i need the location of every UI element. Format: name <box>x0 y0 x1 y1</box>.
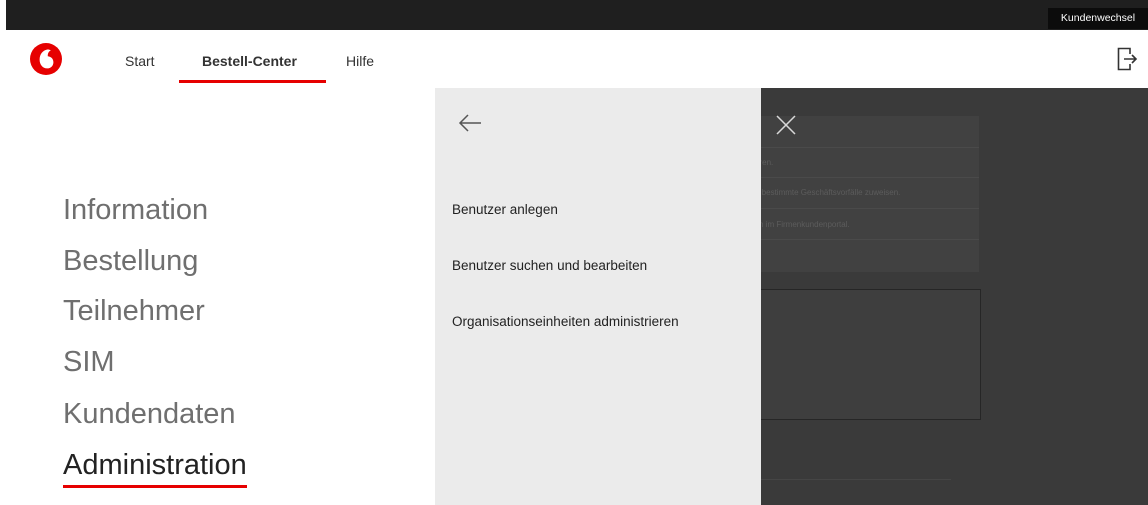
background-text: d bestimmte Geschäftsvorfälle zuweisen. <box>761 188 901 197</box>
background-divider <box>761 177 979 178</box>
dimmed-page-overlay: hren. d bestimmte Geschäftsvorfälle zuwe… <box>761 88 1148 505</box>
arrow-left-icon[interactable] <box>457 112 483 134</box>
nav-active-underline <box>179 80 326 83</box>
nav-start[interactable]: Start <box>125 30 155 88</box>
background-box <box>761 289 981 420</box>
menu-item-bestellung[interactable]: Bestellung <box>63 243 198 279</box>
main-navbar: Start Bestell-Center Hilfe <box>6 30 1148 88</box>
vodafone-logo-icon[interactable] <box>30 43 62 75</box>
administration-submenu: Benutzer anlegen Benutzer suchen und bea… <box>435 88 761 505</box>
background-divider <box>761 479 951 480</box>
menu-item-sim[interactable]: SIM <box>63 344 115 380</box>
menu-item-teilnehmer[interactable]: Teilnehmer <box>63 293 205 329</box>
submenu-item-benutzer-suchen[interactable]: Benutzer suchen und bearbeiten <box>452 258 647 273</box>
close-icon[interactable] <box>775 114 797 136</box>
background-divider <box>761 208 979 209</box>
kundenwechsel-button[interactable]: Kundenwechsel <box>1048 8 1148 29</box>
admin-menu-panel: Information Bestellung Teilnehmer SIM Ku… <box>6 88 435 505</box>
background-divider <box>761 239 979 240</box>
top-bar: Kundenwechsel <box>6 0 1148 30</box>
menu-item-kundendaten[interactable]: Kundendaten <box>63 396 236 432</box>
menu-item-administration[interactable]: Administration <box>63 447 247 488</box>
background-divider <box>761 147 979 148</box>
submenu-item-benutzer-anlegen[interactable]: Benutzer anlegen <box>452 202 558 217</box>
background-text: ch im Firmenkundenportal. <box>761 220 850 229</box>
background-text: hren. <box>761 158 774 167</box>
submenu-item-organisationseinheiten[interactable]: Organisationseinheiten administrieren <box>452 314 679 329</box>
nav-hilfe[interactable]: Hilfe <box>346 30 374 88</box>
logout-icon[interactable] <box>1116 46 1138 72</box>
menu-item-information[interactable]: Information <box>63 192 208 228</box>
